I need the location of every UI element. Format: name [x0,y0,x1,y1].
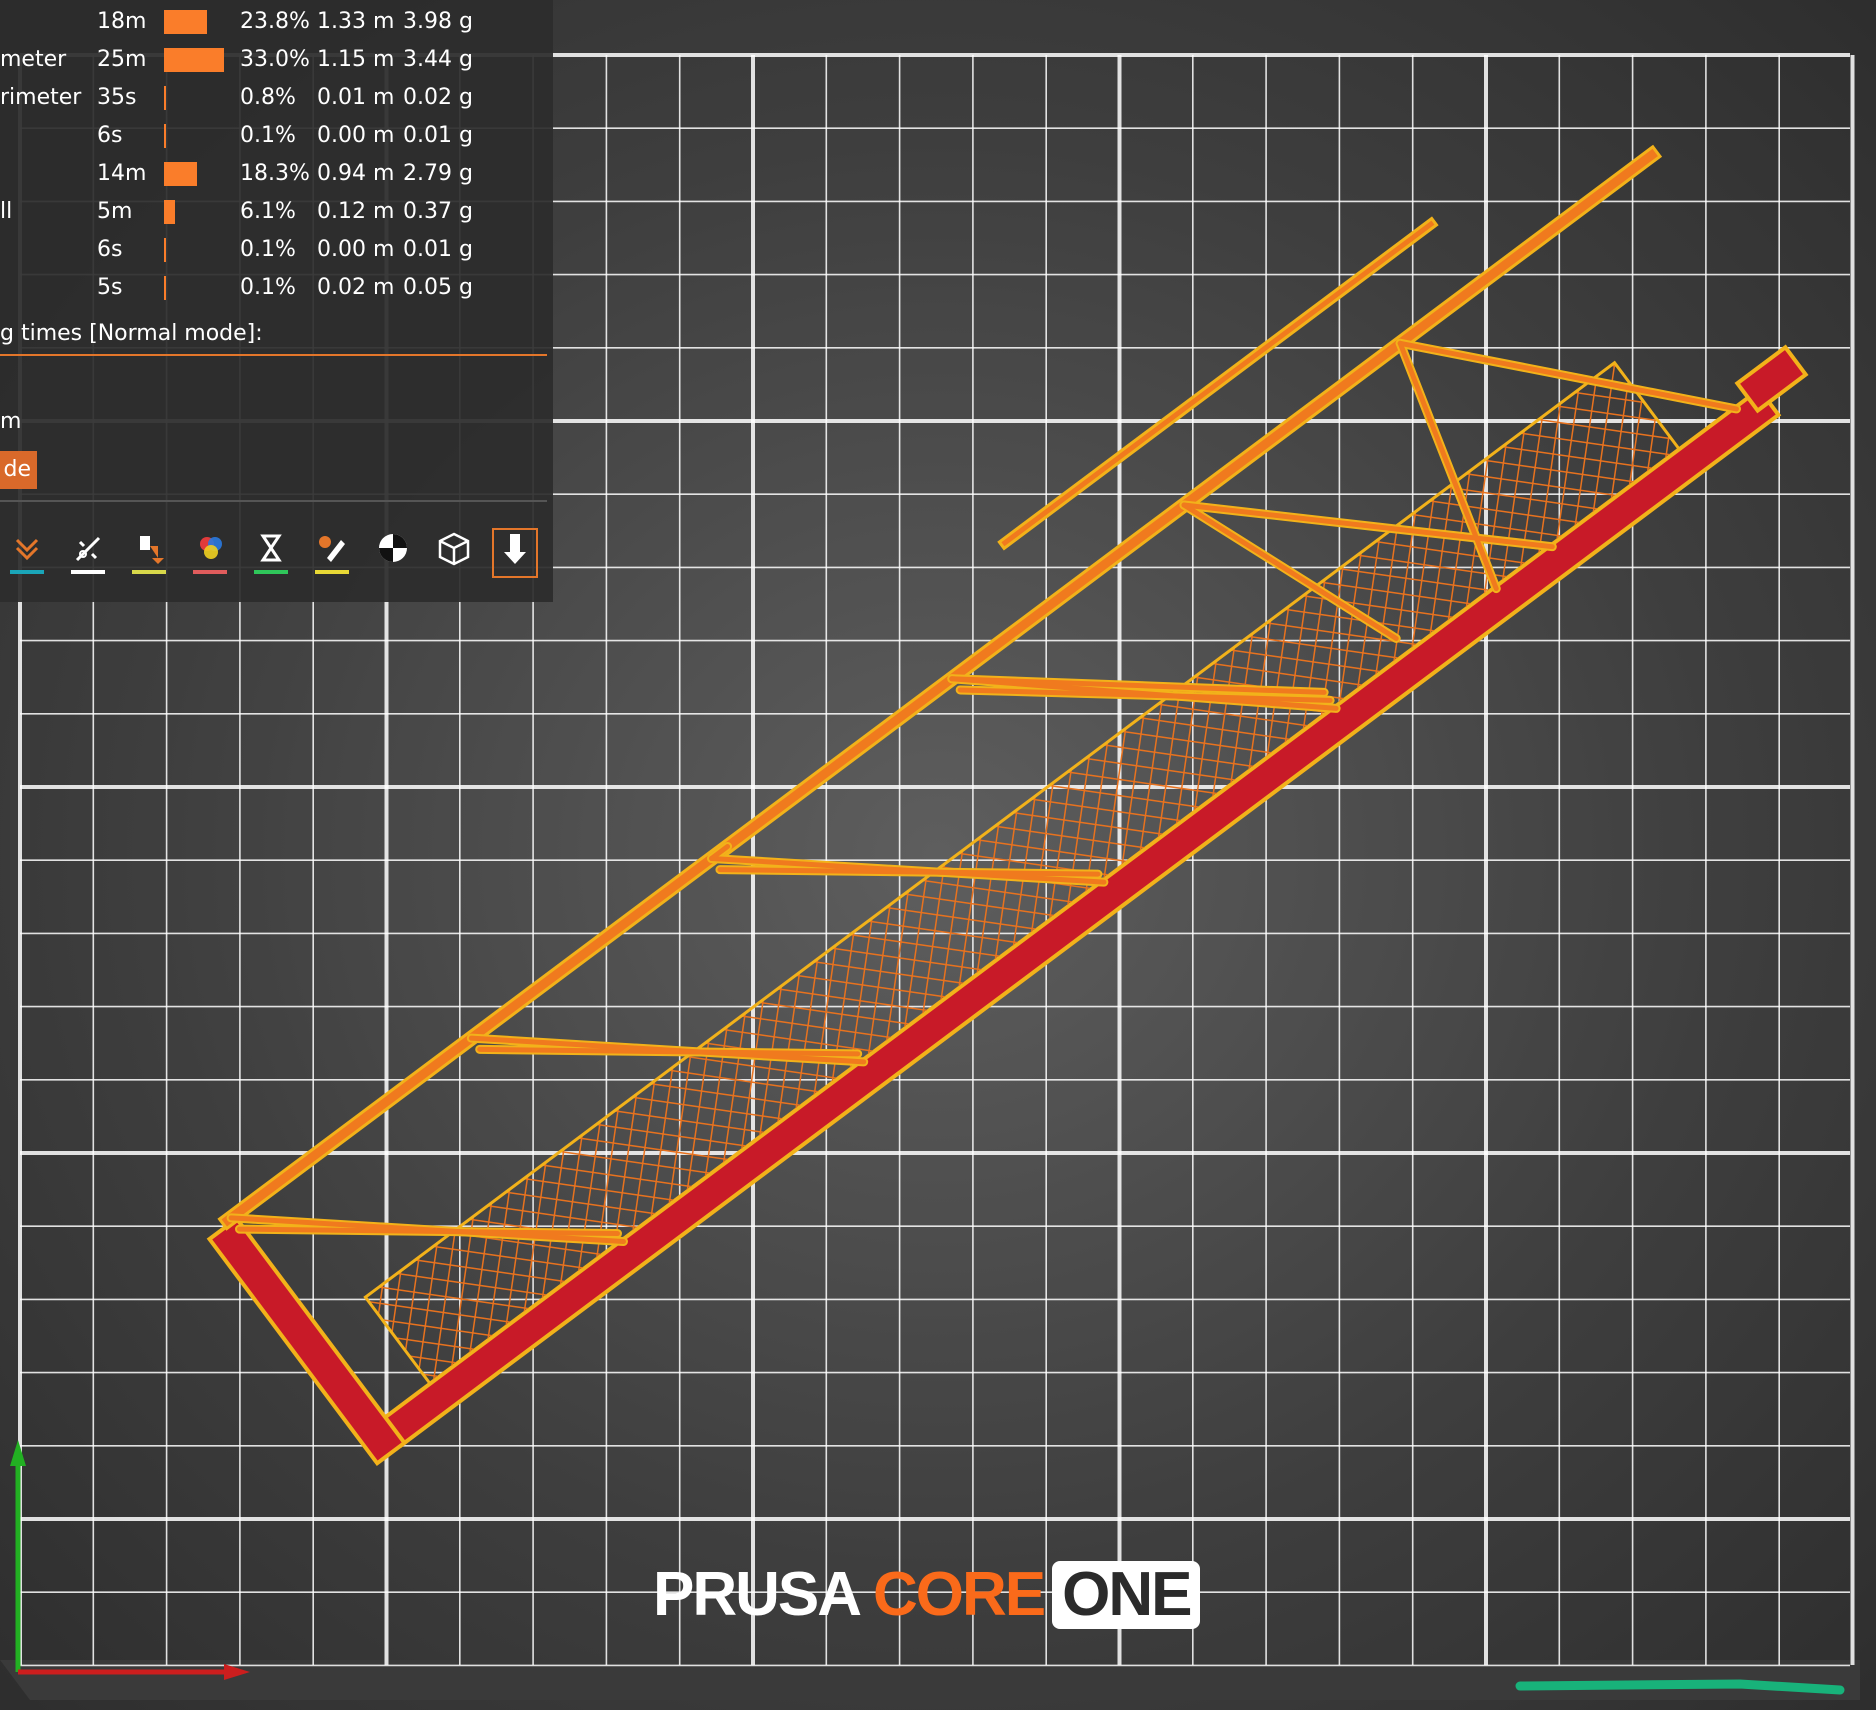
feature-weight: 0.37 g [403,199,473,224]
feature-weight: 3.98 g [403,9,473,34]
feature-bar [164,86,166,110]
logo-model: ONE [1052,1561,1201,1629]
shells-view-icon [438,532,470,566]
feature-percent: 0.1% [240,275,296,300]
feature-time: 6s [97,237,123,262]
travel-view-button[interactable] [4,528,50,578]
separator [0,354,547,356]
feature-label: rimeter [0,85,82,110]
feature-length: 0.00 m [317,123,395,148]
feature-weight: 0.01 g [403,123,473,148]
feature-time: 18m [97,9,147,34]
feature-length: 0.94 m [317,161,395,186]
feature-percent: 0.1% [240,237,296,262]
color-changes-view-button[interactable] [187,528,233,578]
feature-length: 0.12 m [317,199,395,224]
wipe-view-button[interactable] [65,528,111,578]
feature-bar [164,124,166,148]
feature-label: meter [0,47,67,72]
pause-prints-view-icon [254,534,288,574]
custom-gcode-view-button[interactable] [309,528,355,578]
feature-label: ll [0,199,13,224]
feature-weight: 0.05 g [403,275,473,300]
feature-weight: 0.02 g [403,85,473,110]
view-options-toolbar [0,528,550,580]
feature-percent: 0.1% [240,123,296,148]
custom-gcode-view-icon [315,536,349,574]
retractions-view-button[interactable] [126,528,172,578]
travel-view-icon [10,538,44,574]
feature-time: 5s [97,275,123,300]
wipe-view-icon [71,536,105,574]
feature-percent: 23.8% [240,9,310,34]
separator [0,500,547,502]
center-of-gravity-icon [379,534,407,562]
shells-view-button[interactable] [431,528,477,578]
tool-marker-button[interactable] [492,528,538,578]
bed-logo: PRUSA CORE ONE [653,1559,1201,1631]
pause-prints-view-button[interactable] [248,528,294,578]
feature-time: 5m [97,199,133,224]
tool-marker-icon [504,534,526,564]
feature-length: 0.01 m [317,85,395,110]
feature-bar [164,162,197,186]
feature-time: 25m [97,47,147,72]
feature-length: 1.33 m [317,9,395,34]
feature-length: 0.00 m [317,237,395,262]
feature-bar [164,10,207,34]
feature-bar [164,238,166,262]
feature-percent: 33.0% [240,47,310,72]
feature-weight: 0.01 g [403,237,473,262]
feature-time: 6s [97,123,123,148]
feature-length: 1.15 m [317,47,395,72]
color-changes-view-icon [193,537,227,574]
feature-time: 35s [97,85,137,110]
show-mode-button[interactable]: de [0,451,37,489]
logo-line: CORE [872,1560,1046,1629]
feature-bar [164,48,224,72]
feature-weight: 2.79 g [403,161,473,186]
center-of-gravity-button[interactable] [370,528,416,578]
print-time-fragment: m [0,409,22,434]
feature-bar [164,200,175,224]
feature-bar [164,276,166,300]
estimated-times-label: g times [Normal mode]: [0,321,263,346]
logo-brand: PRUSA [653,1560,860,1629]
feature-weight: 3.44 g [403,47,473,72]
feature-length: 0.02 m [317,275,395,300]
feature-percent: 6.1% [240,199,296,224]
feature-percent: 0.8% [240,85,296,110]
gcode-statistics-panel: 18m 23.8% 1.33 m 3.98 g meter 25m 33.0% 1.15 m 3… [0,0,553,602]
feature-percent: 18.3% [240,161,310,186]
retractions-view-icon [132,536,166,574]
feature-time: 14m [97,161,147,186]
